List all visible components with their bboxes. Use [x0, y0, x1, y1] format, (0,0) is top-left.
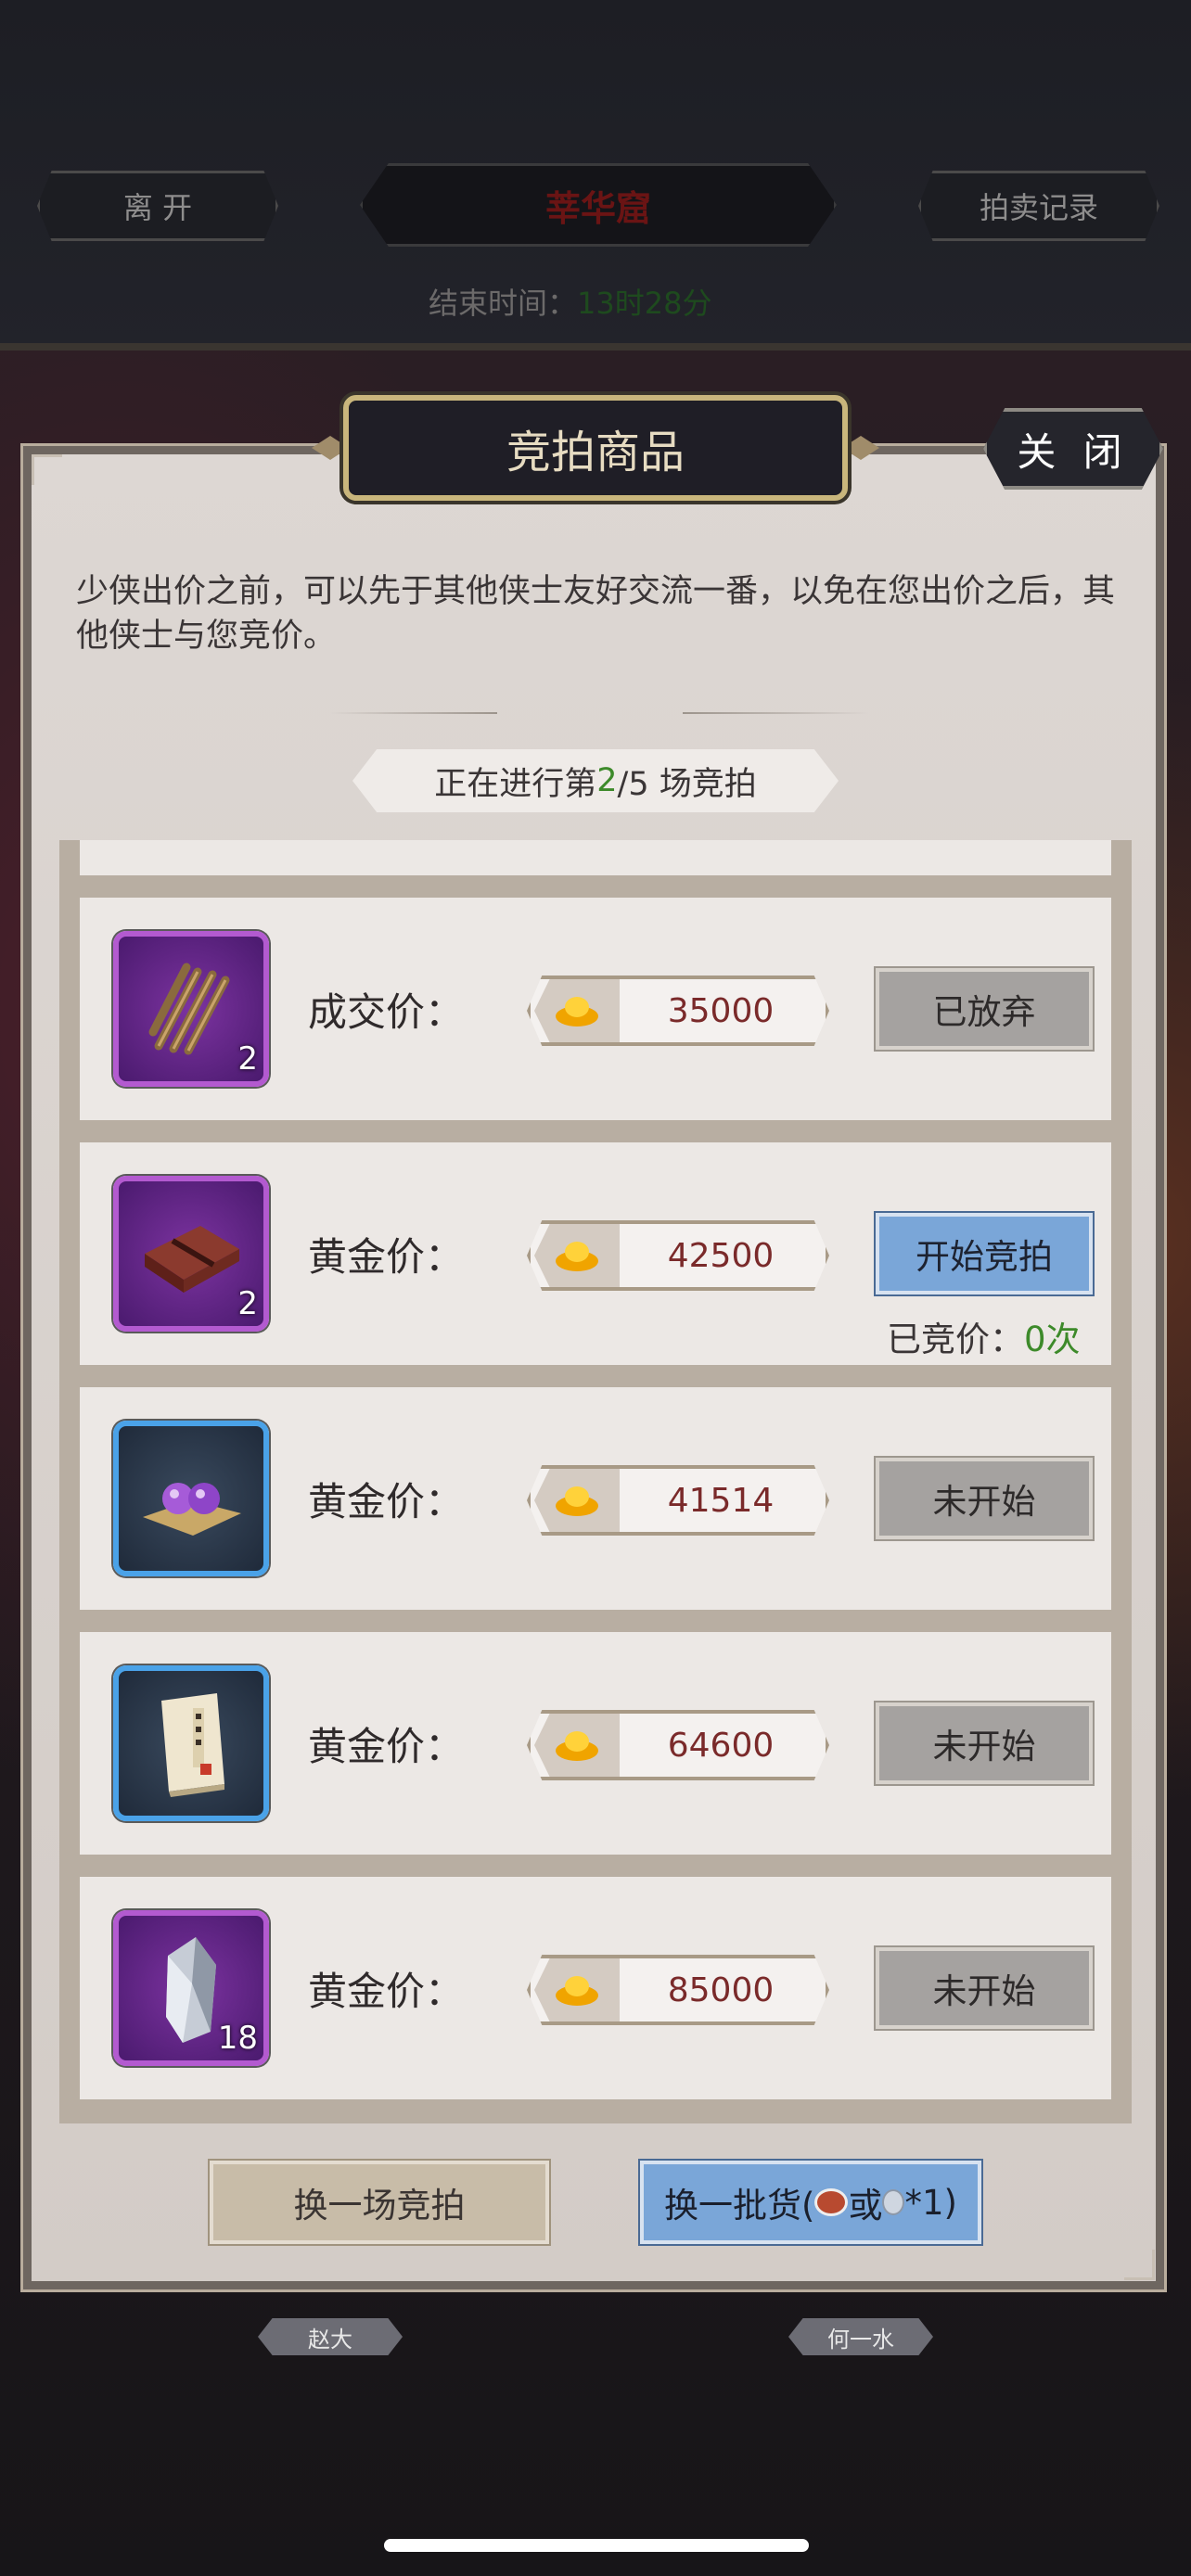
auction-record-button[interactable]: 拍卖记录: [918, 171, 1159, 241]
dialog-title: 竞拍商品: [343, 395, 848, 501]
bid-count: 已竞价：0次: [887, 1311, 1081, 1361]
price-label: 黄金价：: [308, 1234, 465, 1280]
orbs-icon: [119, 1426, 263, 1571]
not-started-button[interactable]: 未开始: [874, 1701, 1095, 1786]
gold-ingot-icon: [534, 1224, 620, 1287]
price-field: 35000: [527, 976, 829, 1046]
price-label: 成交价：: [308, 989, 465, 1035]
leave-button[interactable]: 离 开: [37, 171, 278, 241]
home-indicator[interactable]: [384, 2539, 809, 2552]
swap-goods-or: 或: [848, 2186, 883, 2225]
intro-text: 少侠出价之前，可以先于其他侠士友好交流一番，以免在您出价之后，其他侠士与您竞价。: [76, 573, 1116, 655]
item-slot[interactable]: [113, 1421, 269, 1576]
round-current: 2: [596, 762, 618, 799]
list-item: 黄金价： 64600 未开始: [80, 1632, 1111, 1855]
hud-divider: [0, 343, 1191, 351]
end-time: 结束时间：13时28分: [429, 280, 711, 323]
gold-ingot-icon: [534, 979, 620, 1042]
silver-token-icon: [882, 2189, 905, 2215]
scene-title: 莘华窟: [360, 163, 837, 247]
corner-ornament: [1124, 2250, 1155, 2280]
item-slot[interactable]: [113, 1665, 269, 1821]
price-value: 85000: [667, 1970, 775, 2009]
auction-list[interactable]: 2 成交价： 35000 已放弃 2 黄金价： 42500 开始竞拍 已竞价：0…: [59, 840, 1132, 2123]
end-time-label: 结束时间：: [429, 286, 578, 321]
abandoned-button[interactable]: 已放弃: [874, 966, 1095, 1052]
item-count: 18: [217, 2020, 258, 2057]
price-field: 42500: [527, 1220, 829, 1291]
gold-ingot-icon: [534, 1958, 620, 2021]
divider-left: [330, 712, 497, 714]
item-slot[interactable]: 2: [113, 1176, 269, 1332]
list-item: 2 黄金价： 42500 开始竞拍 已竞价：0次: [80, 1142, 1111, 1365]
close-button[interactable]: 关 闭: [983, 408, 1163, 490]
npc-name-tag: 赵大: [258, 2318, 403, 2355]
list-item: 18 黄金价： 85000 未开始: [80, 1877, 1111, 2099]
item-count: 2: [237, 1040, 258, 1078]
swap-goods-suffix: *1): [904, 2182, 957, 2223]
price-value: 42500: [667, 1236, 775, 1275]
round-rest: /5 场竞拍: [617, 765, 757, 803]
list-item: 2 成交价： 35000 已放弃: [80, 898, 1111, 1120]
list-item: 黄金价： 41514 未开始: [80, 1387, 1111, 1610]
start-bid-button[interactable]: 开始竞拍: [874, 1211, 1095, 1296]
bid-count-value: 0次: [1024, 1320, 1081, 1359]
list-item-partial: [80, 840, 1111, 875]
price-value: 35000: [667, 991, 775, 1030]
divider-right: [683, 712, 868, 714]
npc-name-tag: 何一水: [788, 2318, 933, 2355]
price-value: 64600: [667, 1726, 775, 1765]
not-started-button[interactable]: 未开始: [874, 1945, 1095, 2031]
corner-ornament: [32, 454, 62, 485]
item-count: 2: [237, 1285, 258, 1322]
swap-round-button[interactable]: 换一场竞拍: [208, 2159, 551, 2246]
swap-goods-prefix: 换一批货(: [664, 2186, 815, 2225]
price-field: 85000: [527, 1955, 829, 2025]
price-value: 41514: [667, 1481, 775, 1520]
gold-ingot-icon: [534, 1714, 620, 1777]
meat-token-icon: [814, 2188, 849, 2216]
price-label: 黄金价：: [308, 1969, 465, 2014]
end-time-value: 13时28分: [577, 286, 712, 321]
bid-count-label: 已竞价：: [887, 1320, 1024, 1359]
price-label: 黄金价：: [308, 1479, 465, 1524]
price-label: 黄金价：: [308, 1724, 465, 1769]
price-field: 41514: [527, 1465, 829, 1536]
round-indicator: 正在进行第 2/5 场竞拍: [352, 749, 839, 812]
item-slot[interactable]: 2: [113, 931, 269, 1087]
gold-ingot-icon: [534, 1469, 620, 1532]
price-field: 64600: [527, 1710, 829, 1780]
not-started-button[interactable]: 未开始: [874, 1456, 1095, 1541]
item-slot[interactable]: 18: [113, 1910, 269, 2066]
round-prefix: 正在进行第: [434, 765, 597, 803]
swap-goods-button[interactable]: 换一批货( 或 *1): [638, 2159, 983, 2246]
book-icon: [119, 1671, 263, 1816]
